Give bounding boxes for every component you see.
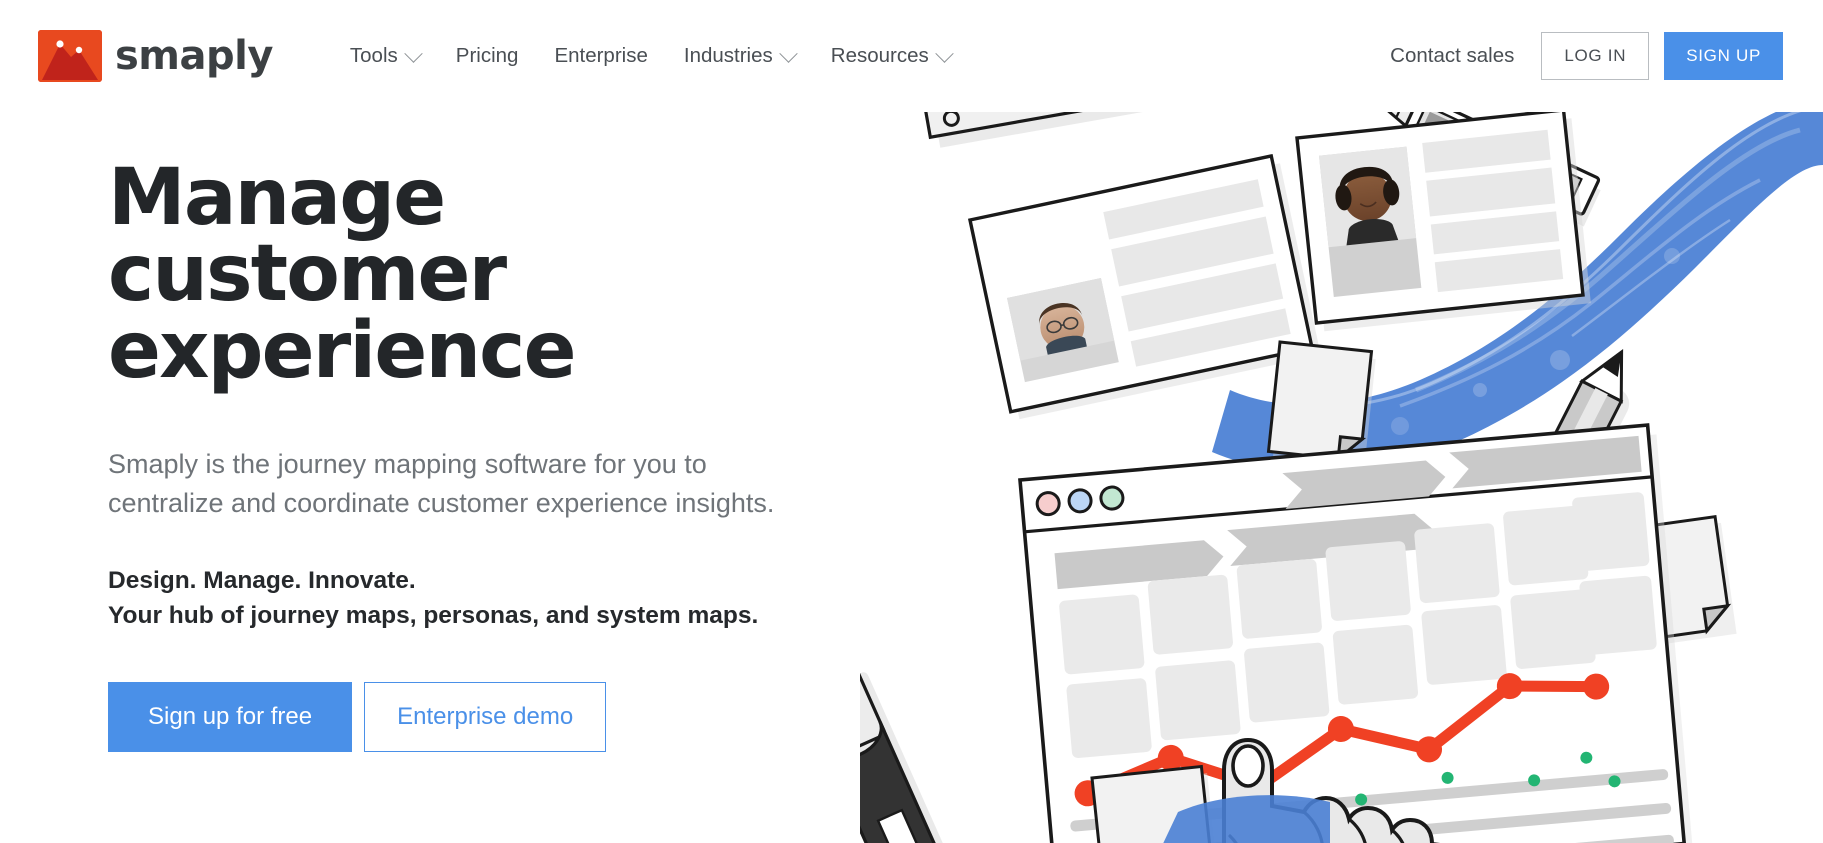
nav-label: Pricing [455, 44, 519, 67]
tagline-line-1: Design. Manage. Innovate. [108, 566, 416, 594]
page-title: Manage customer experience [108, 153, 868, 396]
persona-card-female [1295, 108, 1591, 332]
chevron-down-icon [779, 43, 798, 63]
enterprise-demo-button[interactable]: Enterprise demo [364, 681, 607, 752]
nav-item-industries[interactable]: Industries [666, 43, 813, 68]
login-button[interactable]: LOG IN [1541, 32, 1650, 80]
tagline-line-2: Your hub of journey maps, personas, and … [108, 601, 759, 629]
contact-sales-link[interactable]: Contact sales [1390, 44, 1514, 68]
nav-item-resources[interactable]: Resources [813, 43, 969, 68]
nav-item-tools[interactable]: Tools [332, 43, 438, 68]
nav-item-pricing[interactable]: Pricing [438, 44, 537, 68]
subtext-line-2: centralize and coordinate customer exper… [108, 487, 775, 518]
avatar [1318, 146, 1417, 248]
hero-cta-row: Sign up for free Enterprise demo [108, 681, 868, 752]
site-header: smaply Tools Pricing Enterprise Industri… [0, 0, 1823, 112]
nav-item-enterprise[interactable]: Enterprise [536, 44, 665, 68]
signup-free-button[interactable]: Sign up for free [108, 681, 353, 752]
nav-label: Resources [830, 44, 929, 67]
mountain-logo-icon [38, 30, 102, 82]
brand-logo[interactable]: smaply [38, 30, 273, 82]
headline-line-2: customer [108, 229, 507, 320]
nav-label: Industries [683, 44, 773, 67]
headline-line-1: Manage [108, 153, 446, 243]
persona-card-male [967, 153, 1321, 420]
subtext-line-1: Smaply is the journey mapping software f… [108, 449, 707, 480]
hero-subtext: Smaply is the journey mapping software f… [108, 445, 848, 522]
nav-label: Tools [349, 44, 398, 67]
marker-pen-icon [860, 664, 959, 843]
hero-tagline: Design. Manage. Innovate. Your hub of jo… [108, 564, 868, 634]
chevron-down-icon [935, 43, 954, 63]
nav-label: Enterprise [554, 44, 648, 67]
headline-line-3: experience [108, 305, 577, 396]
brand-name: smaply [115, 33, 273, 79]
main-nav: Tools Pricing Enterprise Industries Reso… [332, 43, 969, 68]
hero-content: Manage customer experience Smaply is the… [108, 153, 868, 752]
signup-button[interactable]: SIGN UP [1664, 32, 1783, 80]
header-actions: Contact sales LOG IN SIGN UP [1390, 32, 1783, 80]
landing-page: smaply Tools Pricing Enterprise Industri… [0, 0, 1823, 843]
journey-map-hero-illustration [860, 60, 1823, 843]
chevron-down-icon [404, 43, 423, 63]
